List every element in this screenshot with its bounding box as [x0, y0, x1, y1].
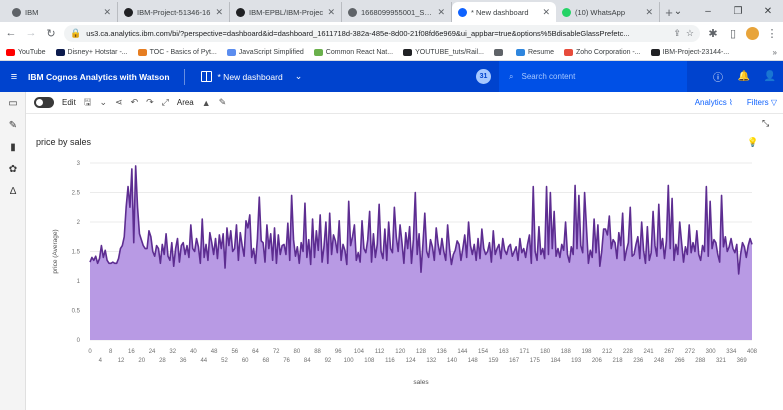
- x-tick-label: 36: [180, 358, 187, 364]
- x-tick-label: 0: [88, 349, 92, 355]
- x-tick-label: 248: [654, 358, 665, 364]
- x-tick-label: 84: [304, 358, 311, 364]
- x-tick-label: 184: [550, 358, 561, 364]
- x-tick-label: 321: [716, 358, 727, 364]
- x-tick-label: 116: [385, 358, 395, 364]
- x-axis-title: sales: [413, 379, 429, 386]
- x-tick-label: 108: [364, 358, 375, 364]
- x-tick-label: 206: [592, 358, 603, 364]
- x-tick-label: 12: [118, 358, 125, 364]
- x-tick-label: 52: [221, 358, 228, 364]
- x-tick-label: 236: [633, 358, 644, 364]
- x-tick-label: 120: [395, 349, 406, 355]
- x-tick-label: 159: [488, 358, 499, 364]
- x-tick-label: 28: [159, 358, 166, 364]
- x-tick-label: 104: [354, 349, 365, 355]
- x-tick-label: 56: [231, 349, 238, 355]
- x-tick-label: 96: [335, 349, 342, 355]
- x-tick-label: 267: [664, 349, 675, 355]
- y-tick-label: 1: [77, 279, 81, 285]
- x-tick-label: 60: [242, 358, 249, 364]
- x-tick-label: 88: [314, 349, 321, 355]
- x-tick-label: 180: [540, 349, 551, 355]
- x-tick-label: 154: [478, 349, 489, 355]
- x-tick-label: 266: [675, 358, 686, 364]
- x-tick-label: 144: [457, 349, 468, 355]
- x-tick-label: 124: [406, 358, 417, 364]
- x-tick-label: 72: [273, 349, 280, 355]
- x-tick-label: 171: [519, 349, 530, 355]
- x-tick-label: 140: [447, 358, 458, 364]
- x-tick-label: 76: [283, 358, 290, 364]
- x-tick-label: 128: [416, 349, 427, 355]
- x-tick-label: 272: [685, 349, 696, 355]
- x-tick-label: 92: [325, 358, 332, 364]
- x-tick-label: 228: [623, 349, 634, 355]
- x-tick-label: 408: [747, 349, 758, 355]
- x-tick-label: 68: [263, 358, 270, 364]
- x-tick-label: 48: [211, 349, 218, 355]
- x-tick-label: 218: [613, 358, 624, 364]
- x-tick-label: 44: [200, 358, 207, 364]
- x-tick-label: 175: [530, 358, 541, 364]
- y-tick-label: 2.5: [72, 191, 81, 197]
- y-tick-label: 3: [77, 161, 81, 167]
- x-tick-label: 64: [252, 349, 259, 355]
- x-tick-label: 4: [99, 358, 103, 364]
- x-tick-label: 20: [138, 358, 145, 364]
- x-tick-label: 167: [509, 358, 520, 364]
- x-tick-label: 8: [109, 349, 113, 355]
- x-tick-label: 241: [644, 349, 655, 355]
- x-tick-label: 136: [437, 349, 448, 355]
- y-tick-label: 1.5: [72, 250, 81, 256]
- y-tick-label: 0.5: [72, 309, 81, 315]
- y-axis-title: price (Average): [52, 229, 59, 273]
- y-tick-label: 0: [77, 338, 81, 344]
- x-tick-label: 112: [375, 349, 385, 355]
- x-tick-label: 16: [128, 349, 135, 355]
- x-tick-label: 188: [561, 349, 572, 355]
- x-tick-label: 193: [571, 358, 582, 364]
- x-tick-label: 198: [581, 349, 592, 355]
- x-tick-label: 334: [726, 349, 737, 355]
- x-tick-label: 212: [602, 349, 613, 355]
- x-tick-label: 40: [190, 349, 197, 355]
- x-tick-label: 288: [695, 358, 706, 364]
- x-tick-label: 300: [706, 349, 717, 355]
- x-tick-label: 369: [737, 358, 748, 364]
- x-tick-label: 32: [169, 349, 176, 355]
- x-tick-label: 80: [294, 349, 301, 355]
- x-tick-label: 100: [344, 358, 355, 364]
- area-chart[interactable]: 0 0.5 1 1.5 2 2.5 3 0 8 16 24 32 40 48 56 64 72 80 88 96 104…: [0, 0, 783, 410]
- x-tick-label: 132: [426, 358, 437, 364]
- x-tick-label: 163: [499, 349, 510, 355]
- y-tick-label: 2: [77, 220, 81, 226]
- x-tick-label: 148: [468, 358, 479, 364]
- x-tick-label: 24: [149, 349, 156, 355]
